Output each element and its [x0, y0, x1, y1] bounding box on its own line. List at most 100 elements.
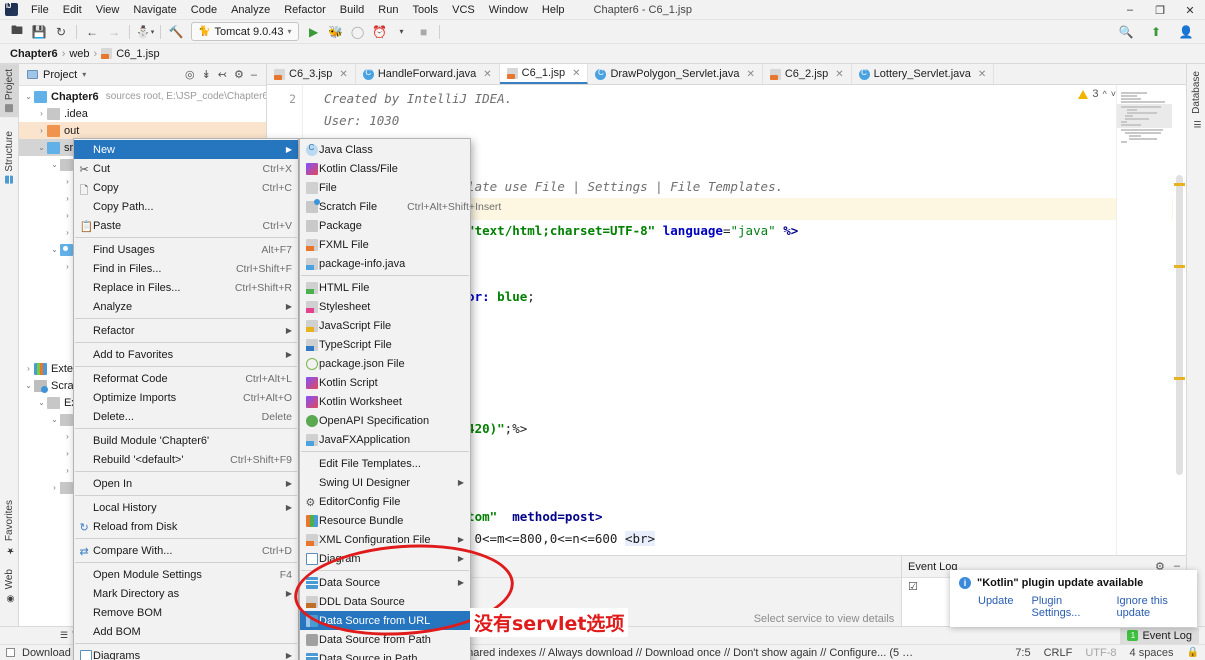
warning-marker[interactable]: [1174, 183, 1185, 186]
menu-item-javafxapplication[interactable]: JavaFXApplication: [300, 430, 470, 449]
menu-item-optimize-imports[interactable]: Optimize Imports Ctrl+Alt+O: [74, 388, 298, 407]
tree-expand-arrow[interactable]: ⌄: [49, 415, 60, 424]
menu-item-mark-directory-as[interactable]: Mark Directory as ▶: [74, 584, 298, 603]
menu-item-refactor[interactable]: Refactor: [277, 2, 333, 18]
tree-expand-arrow[interactable]: ›: [62, 228, 73, 237]
status-checkbox[interactable]: [6, 648, 15, 657]
menu-item-package-info-java[interactable]: package-info.java: [300, 254, 470, 273]
indent-setting[interactable]: 4 spaces: [1130, 647, 1174, 659]
menu-item-delete[interactable]: Delete... Delete: [74, 407, 298, 426]
menu-item-data-source[interactable]: Data Source ▶: [300, 573, 470, 592]
menu-item-code[interactable]: Code: [184, 2, 224, 18]
scrollbar-thumb[interactable]: [1176, 175, 1183, 475]
file-encoding[interactable]: UTF-8: [1085, 647, 1116, 659]
menu-item-javascript-file[interactable]: JavaScript File: [300, 316, 470, 335]
close-icon[interactable]: ✕: [483, 69, 491, 80]
menu-item-reformat-code[interactable]: Reformat Code Ctrl+Alt+L: [74, 369, 298, 388]
editor-scrollbar[interactable]: [1173, 85, 1186, 626]
inspection-widget[interactable]: 3 ^ ˅: [1078, 88, 1116, 100]
menu-item-compare-with[interactable]: ⇄ Compare With... Ctrl+D: [74, 541, 298, 560]
menu-item-find-usages[interactable]: Find Usages Alt+F7: [74, 240, 298, 259]
menu-item-add-to-favorites[interactable]: Add to Favorites ▶: [74, 345, 298, 364]
next-problem-icon[interactable]: ˅: [1111, 89, 1116, 99]
editor-tab-c6-2-jsp[interactable]: C6_2.jsp ✕: [763, 64, 852, 84]
menu-item-analyze[interactable]: Analyze ▶: [74, 297, 298, 316]
save-icon[interactable]: 💾: [28, 22, 50, 42]
profiler-icon[interactable]: ⏰: [369, 22, 391, 42]
menu-item-file[interactable]: File: [24, 2, 56, 18]
menu-item-edit[interactable]: Edit: [56, 2, 89, 18]
chevron-down-icon[interactable]: ▾: [391, 22, 413, 42]
build-hammer-icon[interactable]: 🔨: [165, 22, 187, 42]
code-line[interactable]: User: 1030: [303, 110, 1186, 132]
close-icon[interactable]: ✕: [339, 69, 347, 80]
tree-expand-arrow[interactable]: ›: [62, 466, 73, 475]
menu-item-remove-bom[interactable]: Remove BOM: [74, 603, 298, 622]
close-icon[interactable]: ✕: [835, 69, 843, 80]
menu-item-replace-in-files[interactable]: Replace in Files... Ctrl+Shift+R: [74, 278, 298, 297]
maximize-button[interactable]: ❐: [1145, 0, 1175, 20]
coverage-icon[interactable]: ◯: [347, 22, 369, 42]
editor-tab-lottery-servlet-java[interactable]: Lottery_Servlet.java ✕: [852, 64, 995, 84]
update-icon[interactable]: ⬆: [1145, 22, 1167, 42]
open-folder-icon[interactable]: 🖿: [6, 22, 28, 42]
menu-item-package-json-file[interactable]: package.json File: [300, 354, 470, 373]
menu-item-view[interactable]: View: [89, 2, 127, 18]
sidebar-item-structure[interactable]: Structure: [0, 126, 19, 189]
close-icon[interactable]: ✕: [746, 69, 754, 80]
search-icon[interactable]: 🔍: [1115, 22, 1137, 42]
close-icon[interactable]: ✕: [572, 68, 580, 79]
collapse-all-icon[interactable]: ↢: [218, 68, 227, 81]
caret-position[interactable]: 7:5: [1015, 647, 1030, 659]
expand-all-icon[interactable]: ↡: [202, 68, 211, 81]
run-configuration-selector[interactable]: 🐈 Tomcat 9.0.43 ▾: [191, 22, 299, 41]
checkbox-icon[interactable]: ☑: [908, 580, 918, 593]
back-arrow-icon[interactable]: ←: [81, 22, 103, 42]
menu-item-diagrams[interactable]: Diagrams ▶: [74, 646, 298, 660]
menu-item-reload-from-disk[interactable]: ↻ Reload from Disk: [74, 517, 298, 536]
tree-expand-arrow[interactable]: ›: [23, 364, 34, 373]
editor-tab-handleforward-java[interactable]: HandleForward.java ✕: [356, 64, 500, 84]
menu-item-package[interactable]: Package: [300, 216, 470, 235]
menu-item-analyze[interactable]: Analyze: [224, 2, 277, 18]
tree-expand-arrow[interactable]: ›: [49, 483, 60, 492]
menu-item-kotlin-script[interactable]: Kotlin Script: [300, 373, 470, 392]
tree-expand-arrow[interactable]: ›: [62, 262, 73, 271]
tree-expand-arrow[interactable]: ›: [62, 211, 73, 220]
menu-item-stylesheet[interactable]: Stylesheet: [300, 297, 470, 316]
menu-item-build[interactable]: Build: [333, 2, 371, 18]
breadcrumb-item-web[interactable]: web: [69, 48, 89, 60]
menu-item-fxml-file[interactable]: FXML File: [300, 235, 470, 254]
menu-item-data-source-from-url[interactable]: Data Source from URL: [300, 611, 470, 630]
sidebar-item-web[interactable]: ◉ Web: [0, 564, 19, 608]
menu-item-build-module-chapter6[interactable]: Build Module 'Chapter6': [74, 431, 298, 450]
tree-node[interactable]: › .idea: [19, 105, 266, 122]
tree-expand-arrow[interactable]: ⌄: [23, 381, 34, 390]
tree-expand-arrow[interactable]: ⌄: [23, 92, 34, 101]
sync-icon[interactable]: ↻: [50, 22, 72, 42]
locate-icon[interactable]: ◎: [185, 68, 195, 81]
menu-item-data-source-from-path[interactable]: Data Source from Path: [300, 630, 470, 649]
menu-item-find-in-files[interactable]: Find in Files... Ctrl+Shift+F: [74, 259, 298, 278]
line-separator[interactable]: CRLF: [1044, 647, 1073, 659]
new-submenu[interactable]: Java Class Kotlin Class/File File Scratch F…: [299, 138, 501, 660]
close-button[interactable]: ✕: [1175, 0, 1205, 20]
menu-item-refactor[interactable]: Refactor ▶: [74, 321, 298, 340]
menu-item-navigate[interactable]: Navigate: [126, 2, 183, 18]
menu-item-html-file[interactable]: HTML File: [300, 278, 470, 297]
hide-icon[interactable]: –: [251, 69, 257, 81]
menu-item-swing-ui-designer[interactable]: Swing UI Designer ▶: [300, 473, 470, 492]
debug-icon[interactable]: 🐝: [325, 22, 347, 42]
editor-tab-c6-1-jsp[interactable]: C6_1.jsp ✕: [499, 64, 589, 84]
menu-item-run[interactable]: Run: [371, 2, 405, 18]
tree-expand-arrow[interactable]: ›: [36, 109, 47, 118]
sidebar-item-project[interactable]: Project: [0, 64, 19, 118]
run-icon[interactable]: ▶: [303, 22, 325, 42]
tree-expand-arrow[interactable]: ⌄: [49, 160, 60, 169]
stop-icon[interactable]: ■: [413, 22, 435, 42]
code-line[interactable]: Created by IntelliJ IDEA.: [303, 88, 1186, 110]
menu-item-data-source-in-path[interactable]: Data Source in Path: [300, 649, 470, 660]
menu-item-kotlin-class-file[interactable]: Kotlin Class/File: [300, 159, 470, 178]
tree-expand-arrow[interactable]: ›: [62, 177, 73, 186]
menu-item-open-module-settings[interactable]: Open Module Settings F4: [74, 565, 298, 584]
